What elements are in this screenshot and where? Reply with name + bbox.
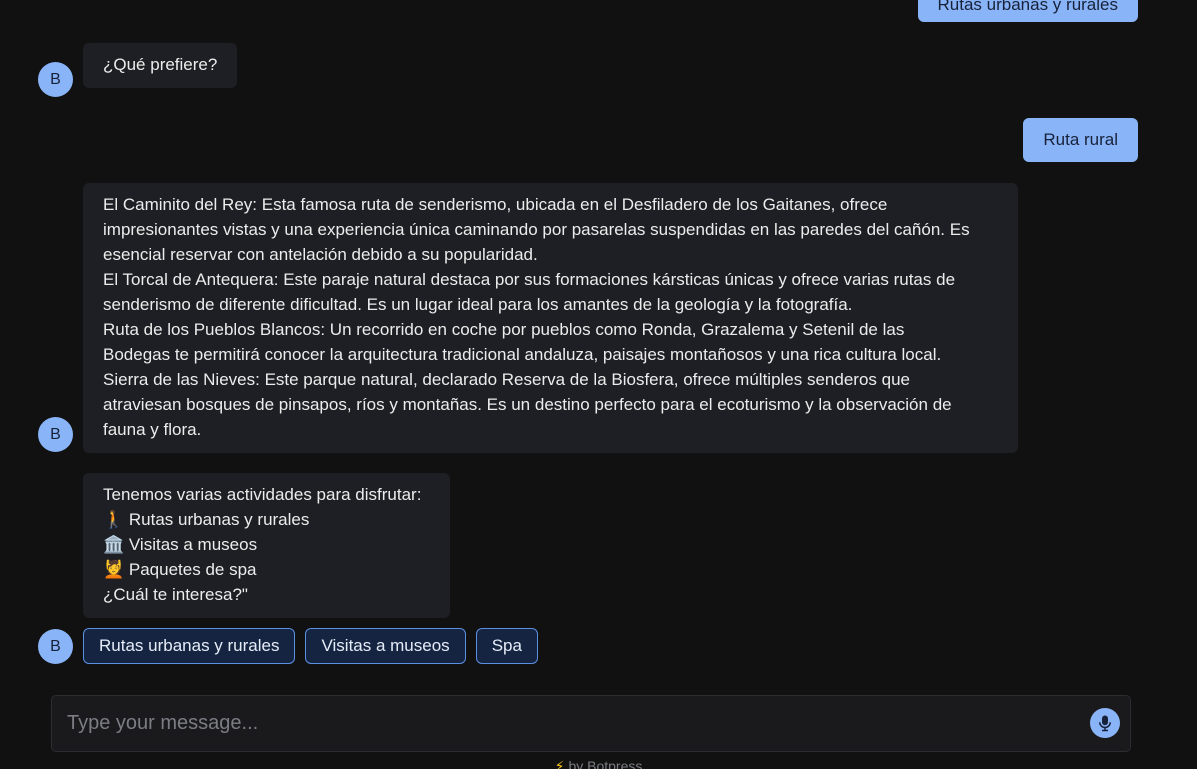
bot-message-line: senderismo de diferente dificultad. Es u… (103, 295, 853, 314)
bot-message-line: Bodegas te permitirá conocer la arquitec… (103, 345, 942, 364)
user-message-bubble: Ruta rural (1023, 118, 1138, 162)
bot-message-bubble: Tenemos varias actividades para disfruta… (83, 473, 450, 618)
footer-text[interactable]: by Botpress (568, 758, 642, 769)
bot-message-line: Ruta de los Pueblos Blancos: Un recorrid… (103, 320, 905, 339)
bot-message-line: fauna y flora. (103, 420, 202, 439)
message-composer (51, 695, 1131, 752)
bolt-icon: ⚡ (554, 758, 565, 769)
bot-avatar: B (38, 417, 73, 452)
powered-by-footer: ⚡ by Botpress (0, 758, 1197, 769)
message-input[interactable] (67, 696, 1077, 751)
bot-message-line: 🚶 Rutas urbanas y rurales (103, 510, 310, 529)
bot-message-line: impresionantes vistas y una experiencia … (103, 220, 970, 239)
quick-reply-spa[interactable]: Spa (475, 628, 538, 664)
bot-message-line: esencial reservar con antelación debido … (103, 245, 538, 264)
chat-window: Rutas urbanas y rurales ¿Qué prefiere? B… (0, 0, 1197, 769)
bot-message-line: 🏛️ Visitas a museos (103, 535, 258, 554)
bot-message-line: ¿Cuál te interesa?" (103, 585, 248, 604)
bot-message-text: ¿Qué prefiere? (103, 55, 218, 74)
quick-replies: Rutas urbanas y rurales Visitas a museos… (83, 628, 538, 664)
avatar-letter: B (50, 638, 61, 655)
bot-message-line: El Torcal de Antequera: Este paraje natu… (103, 270, 956, 289)
bot-message-line: Sierra de las Nieves: Este parque natura… (103, 370, 910, 389)
quick-reply-rutas[interactable]: Rutas urbanas y rurales (83, 628, 296, 664)
bot-message-line: atraviesan bosques de pinsapos, ríos y m… (103, 395, 952, 414)
bot-message-line: 💆 Paquetes de spa (103, 560, 257, 579)
microphone-button[interactable] (1090, 708, 1120, 738)
bot-message-line: Tenemos varias actividades para disfruta… (103, 485, 422, 504)
avatar-letter: B (50, 71, 61, 88)
quick-reply-museos[interactable]: Visitas a museos (305, 628, 466, 664)
bot-message-line: El Caminito del Rey: Esta famosa ruta de… (103, 195, 888, 214)
microphone-icon (1099, 715, 1111, 732)
user-message-bubble: Rutas urbanas y rurales (917, 0, 1138, 22)
bot-message-bubble: El Caminito del Rey: Esta famosa ruta de… (83, 183, 1018, 453)
bot-avatar: B (38, 62, 73, 97)
avatar-letter: B (50, 426, 61, 443)
user-message-text: Ruta rural (1043, 130, 1118, 149)
bot-message-bubble: ¿Qué prefiere? (83, 43, 238, 88)
user-message-text: Rutas urbanas y rurales (937, 0, 1118, 14)
bot-avatar: B (38, 629, 73, 664)
